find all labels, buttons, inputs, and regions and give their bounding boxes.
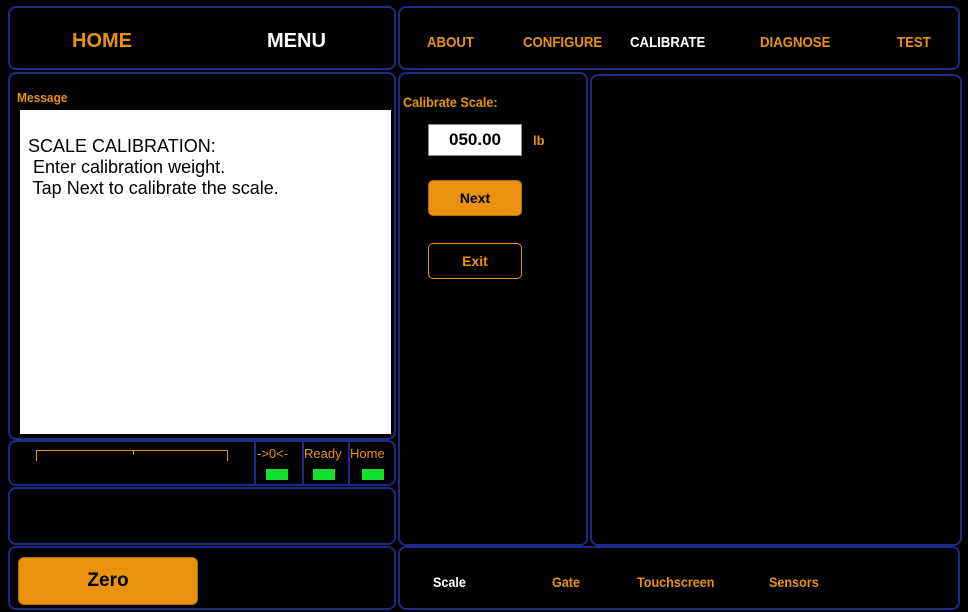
header-left: HOME MENU xyxy=(8,6,396,70)
message-panel: Message SCALE CALIBRATION: Enter calibra… xyxy=(8,72,396,440)
calibrate-title: Calibrate Scale: xyxy=(403,94,498,110)
tab-calibrate[interactable]: CALIBRATE xyxy=(630,34,705,51)
next-button[interactable]: Next xyxy=(428,180,522,216)
tab-configure[interactable]: CONFIGURE xyxy=(523,34,602,51)
tab-gate[interactable]: Gate xyxy=(552,574,580,590)
unit-label: lb xyxy=(533,133,545,148)
menu-button[interactable]: MENU xyxy=(267,30,326,53)
zero-indicator-label: ->0<- xyxy=(257,446,289,461)
tab-about[interactable]: ABOUT xyxy=(427,34,474,51)
message-line: Tap Next to calibrate the scale. xyxy=(28,178,279,198)
tab-diagnose[interactable]: DIAGNOSE xyxy=(760,34,830,51)
top-nav: ABOUT CONFIGURE CALIBRATE DIAGNOSE TEST xyxy=(398,6,960,70)
home-indicator-label: Home xyxy=(350,446,385,461)
message-line: Enter calibration weight. xyxy=(28,157,226,177)
scale-indicator-bar xyxy=(36,450,228,461)
calibrate-panel: Calibrate Scale: 050.00 lb Next Exit xyxy=(398,72,588,546)
message-box: SCALE CALIBRATION: Enter calibration wei… xyxy=(20,110,391,434)
tab-test[interactable]: TEST xyxy=(897,34,931,51)
divider xyxy=(254,442,256,484)
ready-indicator-label: Ready xyxy=(304,446,342,461)
ready-indicator-led xyxy=(313,469,335,480)
empty-panel xyxy=(8,487,396,545)
calibration-weight-input[interactable]: 050.00 xyxy=(428,124,522,156)
message-line: SCALE CALIBRATION: xyxy=(28,136,216,156)
status-panel: ->0<- Ready Home xyxy=(8,440,396,486)
exit-button[interactable]: Exit xyxy=(428,243,522,279)
zero-indicator-led xyxy=(266,469,288,480)
home-indicator-led xyxy=(362,469,384,480)
home-button[interactable]: HOME xyxy=(72,30,132,53)
scale-center-tick xyxy=(133,451,134,455)
zero-button[interactable]: Zero xyxy=(18,557,198,605)
display-panel xyxy=(590,74,962,546)
tab-touchscreen[interactable]: Touchscreen xyxy=(637,574,714,590)
bottom-left-panel: Zero xyxy=(8,546,396,610)
bottom-tabs: Scale Gate Touchscreen Sensors xyxy=(398,546,960,610)
message-title: Message xyxy=(17,90,68,105)
tab-scale[interactable]: Scale xyxy=(433,574,466,590)
tab-sensors[interactable]: Sensors xyxy=(769,574,819,590)
